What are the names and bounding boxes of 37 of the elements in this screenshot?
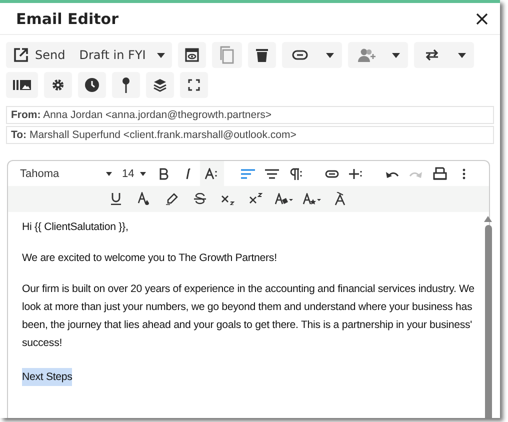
preview-icon (185, 48, 200, 62)
line-height-icon[interactable] (200, 161, 224, 186)
fullscreen-icon[interactable] (180, 72, 208, 98)
settings-icon[interactable] (44, 72, 72, 98)
swap-arrows-icon (424, 49, 440, 61)
trash-icon (256, 48, 268, 62)
gallery-button[interactable] (6, 72, 38, 98)
link-dropdown-button[interactable] (282, 42, 342, 68)
layers-icon[interactable] (146, 72, 174, 98)
link-icon (292, 50, 308, 60)
caret-icon (392, 52, 400, 58)
clock-icon[interactable] (78, 72, 106, 98)
body-paragraph: Next Steps (22, 368, 72, 386)
send-icon (13, 47, 29, 63)
body-paragraph: Hi {{ ClientSalutation }}, (22, 220, 130, 235)
gallery-icon (13, 79, 31, 91)
caret-icon (326, 52, 334, 58)
to-field[interactable]: To: Marshall Superfund <client.frank.marshall@outlook.com> (6, 126, 494, 144)
close-button[interactable] (474, 10, 490, 26)
caret-icon (140, 172, 146, 176)
caret-icon (157, 52, 166, 58)
body-paragraph: We are excited to welcome you to The Growth Partners! (22, 251, 278, 266)
pin-icon[interactable] (112, 72, 140, 98)
add-person-icon (358, 48, 376, 62)
scroll-up-icon (484, 216, 492, 222)
font-dropdown[interactable]: Tahoma (16, 168, 116, 180)
delete-button[interactable] (248, 42, 276, 68)
caret-icon (458, 52, 466, 58)
window-title: Email Editor (16, 10, 119, 28)
add-person-dropdown-button[interactable] (348, 42, 408, 68)
swap-dropdown-button[interactable] (414, 42, 474, 68)
from-field[interactable]: From: Anna Jordan <anna.jordan@thegrowth.partners> (6, 106, 494, 124)
font-size-dropdown[interactable]: 14 (116, 168, 152, 180)
body-paragraph: Our firm is built on over 20 years of experience in the accounting and financial services industry. We look at more than just your numbers, we go beyond them and understand where your business has been, the journey that lies ahead and your goals to get there. This is a partnership in your business' success! (22, 282, 476, 351)
caret-icon (106, 172, 112, 176)
preview-button[interactable] (178, 42, 206, 68)
copy-icon (219, 46, 236, 64)
